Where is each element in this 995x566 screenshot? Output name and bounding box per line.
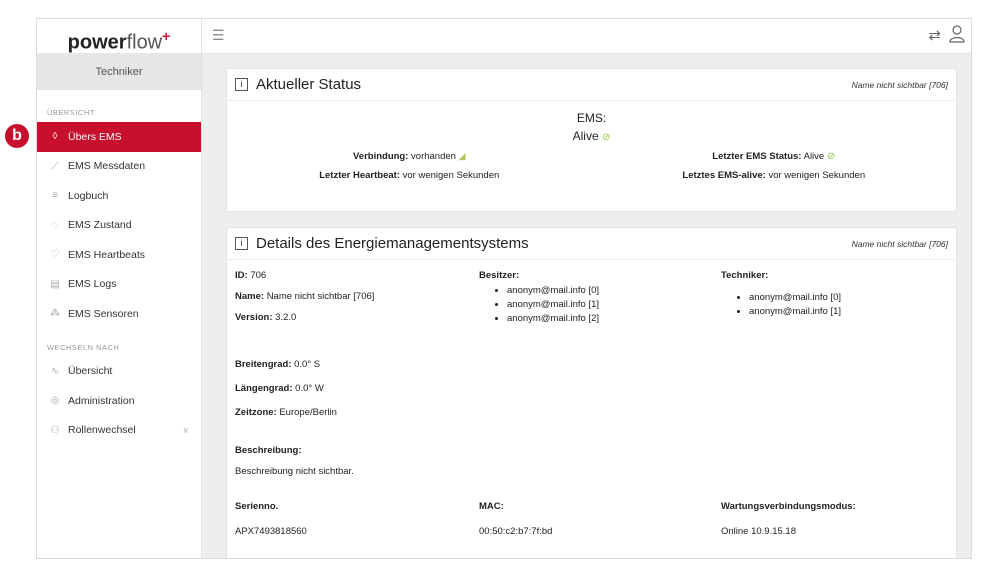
list-item: anonym@mail.info [0] [749,292,841,306]
hamburger-menu-icon[interactable]: ☰ [212,27,225,44]
logo[interactable]: powerflow+ [37,19,201,54]
sidebar-item-administration[interactable]: ◎ Administration [37,386,201,416]
details-col-besitzer: Besitzer: anonym@mail.info [0] anonym@ma… [479,270,599,327]
wartung-value: Online 10.9.15.18 [721,526,797,537]
sidebar-item-label: EMS Logs [68,278,117,291]
sidebar-item-ems-sensoren[interactable]: ⁂ EMS Sensoren [37,299,201,329]
status-title: Aktueller Status [256,76,362,93]
top-bar: ☰ ⇄ [202,19,971,54]
sidebar-item-label: Logbuch [68,189,109,202]
back-circle-icon: ◌ [52,219,58,231]
serienno-value: APX7493818560 [235,526,307,537]
section-heading-overview: ÜBERSICHT [47,108,95,117]
settings-circle-icon: ◎ [50,395,60,407]
letztes-ems-alive: Letztes EMS-alive: vor wenigen Sekunden [682,170,866,181]
line-chart-icon: ∿ [50,365,60,377]
section-heading-switch: WECHSELN NACH [47,342,120,352]
sidebar-item-label: EMS Messdaten [68,160,146,173]
zeitzone-field: Zeitzone: Europe/Berlin [235,407,337,418]
details-card-header: i Details des Energiemanagementsystems N… [227,228,956,260]
sidebar-item-ems-messdaten[interactable]: ⟋ EMS Messdaten [37,152,201,182]
status-row-1: Verbindung: vorhanden ◢ Letzter EMS Stat… [227,151,956,162]
sidebar-item-label: Übers EMS [68,130,122,143]
ems-label: EMS: [576,111,607,125]
sidebar-item-label: EMS Heartbeats [68,248,146,261]
list-item: anonym@mail.info [2] [507,313,599,327]
sidebar-item-rollenwechsel[interactable]: ⚇ Rollenwechsel ∨ [37,416,201,446]
verbindung-status: Verbindung: vorhanden ◢ [352,151,466,162]
signal-icon: ◢ [458,151,466,161]
chart-icon: ⟋ [51,160,59,172]
details-card: i Details des Energiemanagementsystems N… [226,227,957,558]
sidebar-item-ems-heartbeats[interactable]: ♡ EMS Heartbeats [37,240,201,270]
besitzer-label: Besitzer: [479,270,520,281]
info-icon: i [235,78,248,91]
sidebar-item-label: EMS Zustand [68,219,132,232]
sidebar-item-label: Übersicht [68,365,113,378]
status-card-header: i Aktueller Status Name nicht sichtbar [… [227,69,956,101]
annotation-marker-b: b [5,124,29,148]
status-row-2: Letzter Heartbeat: vor wenigen Sekunden … [227,170,956,181]
sidebar-item-uebers-ems[interactable]: ◊ Übers EMS [37,122,201,152]
id-field: ID: 706 [235,270,267,281]
sidebar-item-ems-zustand[interactable]: ◌ EMS Zustand [37,211,201,241]
ems-value: Alive ⊘ [572,129,611,143]
drop-icon: ◊ [52,131,58,143]
details-body: ID: 706 Name: Name nicht sichtbar [706] … [227,260,956,558]
sidebar-item-ems-logs[interactable]: ▤ EMS Logs [37,270,201,300]
sidebar-item-uebersicht[interactable]: ∿ Übersicht [37,357,201,387]
list-item: anonym@mail.info [1] [749,306,841,320]
details-col-techniker: Techniker: anonym@mail.info [0] anonym@m… [721,270,841,320]
details-col-general: ID: 706 Name: Name nicht sichtbar [706] … [235,270,374,333]
laengengrad-field: Längengrad: 0.0° W [235,383,324,394]
status-card: i Aktueller Status Name nicht sichtbar [… [226,68,957,212]
sidebar: powerflow+ Techniker ÜBERSICHT ◊ Übers E… [37,19,202,558]
sidebar-item-label: EMS Sensoren [68,307,139,320]
app-window: powerflow+ Techniker ÜBERSICHT ◊ Übers E… [36,18,972,559]
wartung-label: Wartungsverbindungsmodus: [721,501,856,512]
list-icon: ≡ [52,190,58,202]
swap-icon[interactable]: ⇄ [928,26,941,44]
users-icon: ⚇ [50,424,60,436]
sidebar-item-logbuch[interactable]: ≡ Logbuch [37,181,201,211]
breitengrad-field: Breitengrad: 0.0° S [235,359,321,370]
heart-icon: ♡ [50,249,60,261]
techniker-list: anonym@mail.info [0] anonym@mail.info [1… [721,292,841,320]
beschreibung-value: Beschreibung nicht sichtbar. [235,466,354,477]
details-subtitle: Name nicht sichtbar [706] [851,238,948,249]
role-label: Techniker [37,54,201,90]
document-icon: ▤ [50,278,60,290]
beschreibung-label: Beschreibung: [235,445,302,456]
list-item: anonym@mail.info [0] [507,285,599,299]
mac-value: 00:50:c2:b7:7f:bd [479,526,553,537]
mac-label: MAC: [479,501,504,512]
sensor-icon: ⁂ [50,308,60,320]
sidebar-item-label: Rollenwechsel [68,424,136,437]
besitzer-list: anonym@mail.info [0] anonym@mail.info [1… [479,285,599,327]
main-content: i Aktueller Status Name nicht sichtbar [… [202,54,971,558]
name-field: Name: Name nicht sichtbar [706] [235,291,375,302]
chevron-down-icon: ∨ [182,424,189,435]
version-field: Version: 3.2.0 [235,312,297,323]
user-icon[interactable] [949,25,965,43]
check-circle-icon: ⊘ [601,132,611,143]
serienno-label: Serienno. [235,501,279,512]
info-icon: i [235,237,248,250]
status-subtitle: Name nicht sichtbar [706] [851,79,948,90]
letzter-heartbeat: Letzter Heartbeat: vor wenigen Sekunden [319,170,500,181]
techniker-label: Techniker: [721,270,769,281]
check-circle-icon: ⊘ [826,151,836,162]
list-item: anonym@mail.info [1] [507,299,599,313]
letzter-ems-status: Letzter EMS Status: Alive ⊘ [712,151,836,162]
details-title: Details des Energiemanagementsystems [256,235,529,252]
sidebar-item-label: Administration [68,394,135,407]
